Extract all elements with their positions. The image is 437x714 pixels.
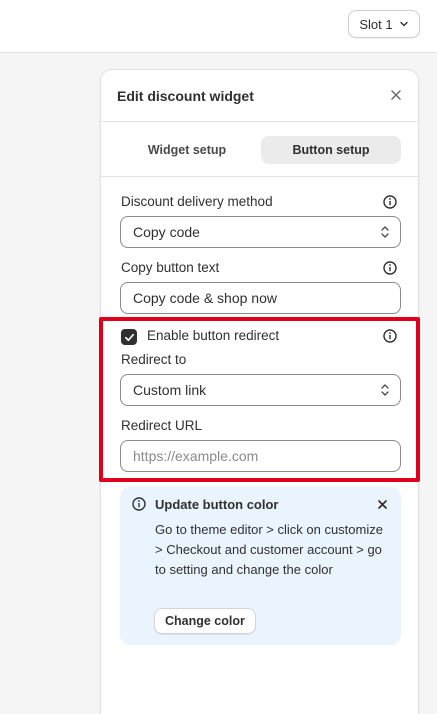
copy-button-text-value: Copy code & shop now [133, 290, 277, 306]
chevron-down-icon [399, 21, 408, 27]
enable-redirect-label: Enable button redirect [147, 328, 280, 343]
select-chevron-icon [381, 384, 389, 396]
edit-discount-widget-panel: Edit discount widget Widget setup Button… [100, 69, 419, 714]
close-icon[interactable] [377, 499, 388, 510]
checkmark-icon [124, 333, 134, 341]
copy-button-text-input[interactable]: Copy code & shop now [120, 282, 401, 314]
copy-button-text-label: Copy button text [121, 260, 220, 275]
delivery-method-value: Copy code [133, 224, 200, 240]
info-icon [132, 497, 146, 511]
slot-label: Slot 1 [359, 16, 393, 32]
redirect-url-placeholder: https://example.com [133, 448, 259, 464]
enable-redirect-checkbox[interactable] [121, 329, 137, 345]
redirect-to-select[interactable]: Custom link [120, 374, 401, 406]
redirect-url-label: Redirect URL [121, 418, 203, 433]
info-icon[interactable] [383, 195, 397, 209]
tab-button-setup[interactable]: Button setup [261, 136, 401, 164]
redirect-url-input[interactable]: https://example.com [120, 440, 401, 472]
delivery-method-select[interactable]: Copy code [120, 216, 401, 248]
banner-text: Go to theme editor > click on customize … [155, 522, 383, 577]
info-icon[interactable] [383, 261, 397, 275]
delivery-method-label: Discount delivery method [121, 194, 273, 209]
select-chevron-icon [381, 226, 389, 238]
top-bar: Slot 1 [0, 0, 437, 53]
redirect-to-label: Redirect to [121, 352, 187, 367]
divider [101, 176, 418, 177]
info-icon[interactable] [383, 329, 397, 343]
slot-selector-button[interactable]: Slot 1 [348, 10, 420, 38]
redirect-to-value: Custom link [133, 382, 207, 398]
banner-title: Update button color [155, 497, 279, 512]
update-button-color-banner: Update button color Go to theme editor >… [120, 487, 401, 645]
setup-tabs: Widget setup Button setup [117, 136, 401, 164]
close-icon[interactable] [389, 88, 403, 102]
tab-widget-setup[interactable]: Widget setup [117, 136, 257, 164]
panel-header: Edit discount widget [101, 70, 418, 122]
panel-title: Edit discount widget [117, 88, 254, 104]
change-color-button[interactable]: Change color [154, 608, 256, 634]
